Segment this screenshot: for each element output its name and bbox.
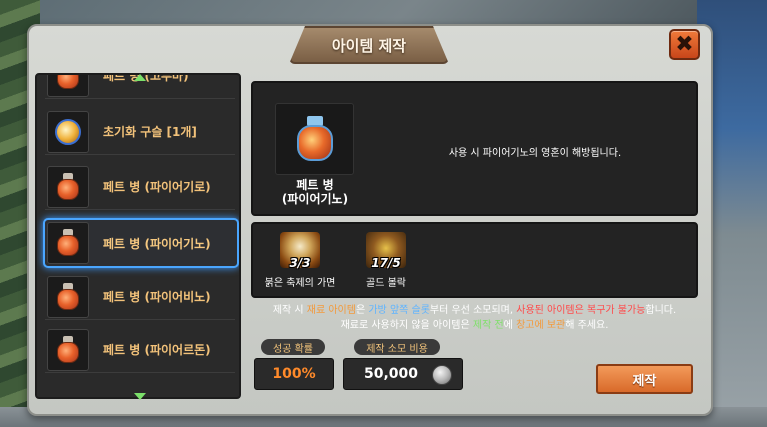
crafting-notice: 제작 시 재료 아이템은 가방 앞쪽 슬롯부터 우선 소모되며, 사용된 아이템…	[252, 303, 697, 333]
notice-highlight: 창고에 보관	[516, 320, 566, 331]
list-item[interactable]: 페트 병 (파이어르돈)	[45, 327, 235, 373]
item-label: 페트 병 (파이어기로)	[103, 180, 211, 194]
gold-ore-icon: 17/5	[366, 232, 406, 270]
material-name: 붉은 축제의 가면	[264, 278, 336, 289]
craft-cost-box: 50,000	[343, 358, 463, 390]
item-label: 페트 병 (파이어비노)	[103, 290, 211, 304]
list-item[interactable]: 페트 병 (파이어기로)	[45, 164, 235, 210]
coin-icon	[432, 365, 452, 385]
item-icon-slot	[47, 222, 89, 264]
item-icon-slot	[47, 275, 89, 318]
item-icon-slot	[47, 110, 89, 153]
material-slot[interactable]: 17/5 골드 볼락	[358, 232, 414, 289]
notice-text: 합니다.	[645, 305, 677, 316]
notice-text: 해 주세요.	[565, 320, 609, 331]
notice-text: 재료로 사용하지 않을 아이템은	[340, 320, 473, 331]
item-label: 초기화 구슬 [1개]	[103, 125, 197, 139]
item-label: 페트 병 (파이어르돈)	[103, 343, 211, 357]
item-icon-slot	[47, 165, 89, 208]
notice-text: 에	[503, 320, 517, 331]
result-name-line2: (파이어기노)	[281, 192, 349, 206]
close-icon: ✖	[675, 32, 694, 57]
success-rate-value: 100%	[254, 358, 334, 390]
scroll-down-arrow-icon[interactable]	[134, 393, 146, 400]
item-icon-slot	[47, 328, 89, 371]
notice-warning: 사용된 아이템은 복구가 불가능	[516, 305, 646, 316]
list-item[interactable]: 초기화 구슬 [1개]	[45, 109, 235, 155]
success-rate-label: 성공 확률	[261, 339, 325, 355]
orb-icon	[55, 118, 81, 145]
notice-line-1: 제작 시 재료 아이템은 가방 앞쪽 슬롯부터 우선 소모되며, 사용된 아이템…	[252, 303, 697, 318]
notice-highlight: 제작 전	[472, 320, 504, 331]
notice-text: 은	[355, 305, 369, 316]
notice-highlight: 재료 아이템	[306, 305, 356, 316]
potion-icon	[56, 75, 80, 90]
close-button[interactable]: ✖	[669, 29, 700, 60]
list-item-selected[interactable]: 페트 병 (파이어기노)	[43, 218, 239, 268]
craft-cost-label: 제작 소모 비용	[354, 339, 440, 355]
result-item-name: 페트 병 (파이어기노)	[260, 178, 370, 206]
window-title: 아이템 제작	[289, 26, 449, 64]
list-item[interactable]: 페트 병 (파이어비노)	[45, 274, 235, 320]
result-name-line1: 페트 병	[296, 178, 334, 192]
material-slot[interactable]: 3/3 붉은 축제의 가면	[265, 232, 335, 289]
notice-highlight: 가방 앞쪽 슬롯	[368, 305, 430, 316]
material-name: 골드 볼락	[366, 278, 406, 289]
potion-icon	[56, 229, 80, 257]
notice-text: 부터 우선 소모되며,	[429, 305, 517, 316]
notice-line-2: 재료로 사용하지 않을 아이템은 제작 전에 창고에 보관해 주세요.	[252, 318, 697, 333]
item-icon-slot	[47, 75, 89, 97]
potion-icon	[56, 335, 80, 364]
material-count: 3/3	[289, 256, 311, 270]
notice-text: 제작 시	[272, 305, 307, 316]
skull-mask-icon: 3/3	[280, 232, 320, 270]
potion-icon	[56, 172, 80, 201]
scroll-up-arrow-icon[interactable]	[134, 74, 146, 81]
craft-button[interactable]: 제작	[596, 364, 693, 394]
result-icon-slot	[275, 103, 354, 175]
potion-icon	[56, 282, 80, 311]
potion-icon	[295, 116, 335, 162]
craft-cost-value: 50,000	[364, 366, 419, 382]
result-description: 사용 시 파이어기노의 영혼이 해방됩니다.	[448, 148, 622, 159]
item-label: 페트 병 (파이어기노)	[103, 236, 211, 251]
item-list-panel[interactable]: 페트 병 (고무마) 초기화 구슬 [1개] 페트 병 (파이어기로) 페트 병…	[35, 73, 241, 399]
material-count: 17/5	[371, 256, 401, 270]
